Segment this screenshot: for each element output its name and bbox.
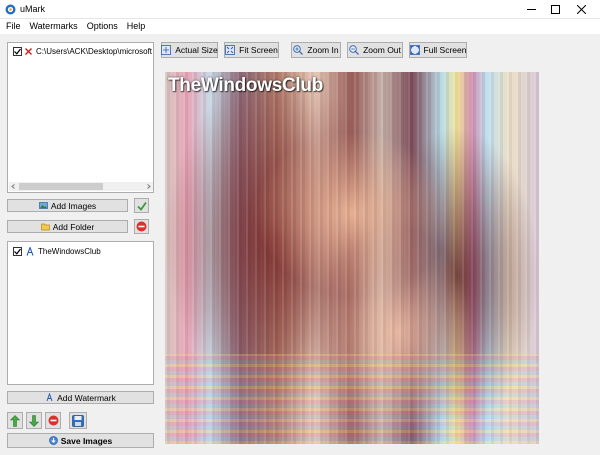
remove-watermark-button[interactable] bbox=[45, 412, 61, 429]
zoom-in-label: Zoom In bbox=[307, 45, 339, 55]
watermark-name: TheWindowsClub bbox=[38, 247, 101, 256]
zoom-in-icon bbox=[293, 45, 304, 55]
add-images-icon bbox=[38, 201, 48, 210]
menu-file[interactable]: File bbox=[6, 19, 21, 34]
add-watermark-button[interactable]: Add Watermark bbox=[7, 391, 154, 404]
title-bar: uMark bbox=[0, 0, 600, 19]
remove-image-button[interactable] bbox=[134, 219, 149, 234]
zoom-out-button[interactable]: Zoom Out bbox=[347, 42, 403, 58]
scrollbar-thumb[interactable] bbox=[19, 183, 103, 190]
floppy-disk-icon bbox=[72, 414, 84, 427]
add-images-button[interactable]: Add Images bbox=[7, 199, 128, 212]
actual-size-icon bbox=[161, 45, 172, 55]
images-list[interactable]: C:\Users\ACK\Desktop\microsoft r bbox=[7, 42, 154, 193]
image-checkbox[interactable] bbox=[13, 47, 22, 56]
watermark-overlay-text: TheWindowsClub bbox=[168, 75, 323, 96]
fit-screen-label: Fit Screen bbox=[239, 45, 278, 55]
move-down-button[interactable] bbox=[26, 412, 42, 429]
zoom-out-label: Zoom Out bbox=[363, 45, 401, 55]
check-icon bbox=[136, 201, 147, 211]
fit-screen-icon bbox=[225, 45, 236, 55]
remove-icon bbox=[136, 221, 147, 232]
text-watermark-icon bbox=[26, 247, 34, 256]
zoom-out-icon bbox=[349, 45, 360, 55]
zoom-in-button[interactable]: Zoom In bbox=[291, 42, 341, 58]
remove-icon bbox=[48, 415, 58, 426]
maximize-icon bbox=[550, 5, 560, 14]
maximize-button[interactable] bbox=[542, 0, 568, 19]
image-error-icon bbox=[25, 48, 32, 55]
add-images-label: Add Images bbox=[50, 200, 97, 211]
full-screen-label: Full Screen bbox=[423, 45, 467, 55]
close-button[interactable] bbox=[568, 0, 594, 19]
folder-icon bbox=[40, 222, 50, 231]
list-item[interactable]: TheWindowsClub bbox=[13, 246, 153, 257]
menu-bar: File Watermarks Options Help bbox=[0, 19, 600, 34]
apply-check-button[interactable] bbox=[134, 198, 149, 213]
full-screen-icon bbox=[409, 45, 420, 55]
scroll-left-icon bbox=[11, 184, 15, 189]
preview-glitch-bands bbox=[165, 354, 539, 444]
add-folder-button[interactable]: Add Folder bbox=[7, 220, 128, 233]
close-icon bbox=[576, 5, 586, 14]
add-watermark-label: Add Watermark bbox=[57, 392, 116, 403]
arrow-down-icon bbox=[29, 414, 39, 427]
minimize-button[interactable] bbox=[518, 0, 544, 19]
actual-size-button[interactable]: Actual Size bbox=[161, 42, 218, 58]
add-folder-label: Add Folder bbox=[52, 221, 95, 232]
arrow-up-icon bbox=[10, 414, 20, 427]
save-watermark-button[interactable] bbox=[69, 412, 87, 429]
list-item[interactable]: C:\Users\ACK\Desktop\microsoft r bbox=[13, 46, 153, 57]
full-screen-button[interactable]: Full Screen bbox=[409, 42, 467, 58]
umark-logo-icon bbox=[5, 4, 16, 15]
save-images-button[interactable]: Save Images bbox=[7, 433, 154, 448]
scroll-right-icon bbox=[147, 184, 151, 189]
image-preview: TheWindowsClub bbox=[165, 72, 539, 444]
watermark-checkbox[interactable] bbox=[13, 247, 22, 256]
window-title: uMark bbox=[20, 4, 46, 14]
menu-help[interactable]: Help bbox=[127, 19, 146, 34]
add-watermark-icon bbox=[45, 392, 54, 402]
menu-watermarks[interactable]: Watermarks bbox=[30, 19, 78, 34]
save-images-label: Save Images bbox=[60, 435, 113, 446]
images-list-scrollbar[interactable] bbox=[9, 182, 153, 191]
menu-options[interactable]: Options bbox=[87, 19, 118, 34]
minimize-icon bbox=[526, 9, 536, 10]
actual-size-label: Actual Size bbox=[175, 45, 218, 55]
watermarks-list[interactable]: TheWindowsClub bbox=[7, 241, 154, 385]
save-images-icon bbox=[48, 436, 58, 445]
move-up-button[interactable] bbox=[7, 412, 23, 429]
image-path: C:\Users\ACK\Desktop\microsoft r bbox=[36, 47, 153, 56]
fit-screen-button[interactable]: Fit Screen bbox=[224, 42, 279, 58]
